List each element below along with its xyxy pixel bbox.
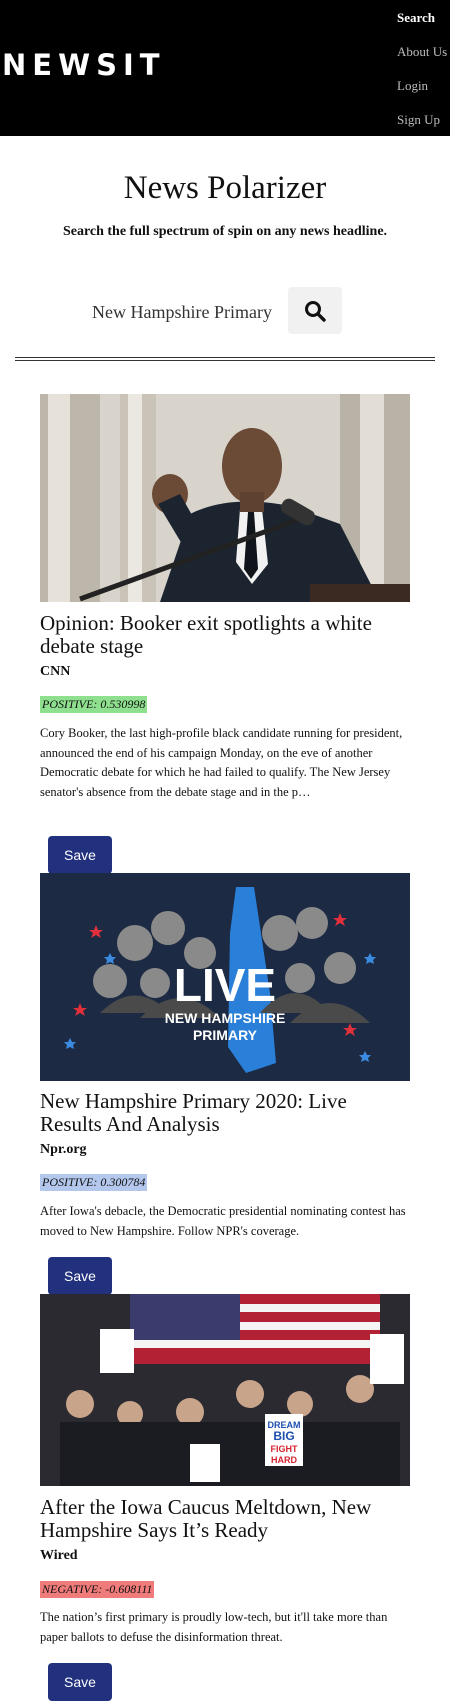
save-button[interactable]: Save bbox=[48, 1257, 112, 1295]
nav-search[interactable]: Search bbox=[397, 10, 435, 26]
rally-photo: DREAM BIG FIGHT HARD bbox=[40, 1294, 410, 1486]
live-graphic-line1: NEW HAMPSHIRE bbox=[165, 1010, 286, 1026]
save-button[interactable]: Save bbox=[48, 836, 112, 874]
article-title[interactable]: New Hampshire Primary 2020: Live Results… bbox=[40, 1090, 410, 1136]
sentiment-badge: POSITIVE: 0.300784 bbox=[40, 1174, 148, 1191]
article-source: Npr.org bbox=[40, 1142, 87, 1157]
page-title: News Polarizer bbox=[123, 170, 327, 206]
nav-login[interactable]: Login bbox=[397, 78, 428, 94]
site-logo[interactable]: NEWSIT bbox=[2, 48, 166, 82]
search-button[interactable] bbox=[288, 287, 342, 334]
sentiment-label: POSITIVE: bbox=[42, 697, 98, 711]
live-graphic-title: LIVE bbox=[174, 959, 276, 1011]
save-button[interactable]: Save bbox=[48, 1663, 112, 1701]
article-summary: Cory Booker, the last high-profile black… bbox=[40, 726, 403, 799]
nav-sign-up[interactable]: Sign Up bbox=[397, 112, 440, 128]
article-source: Wired bbox=[40, 1548, 78, 1563]
article-title[interactable]: After the Iowa Caucus Meltdown, New Hamp… bbox=[40, 1496, 410, 1542]
sentiment-score: 0.530998 bbox=[100, 697, 146, 711]
top-navbar: NEWSIT Search About Us Login Sign Up bbox=[0, 0, 450, 136]
sentiment-badge: POSITIVE: 0.530998 bbox=[40, 696, 148, 713]
section-divider bbox=[15, 357, 435, 361]
article-title[interactable]: Opinion: Booker exit spotlights a white … bbox=[40, 612, 410, 658]
sentiment-label: NEGATIVE: bbox=[42, 1582, 103, 1596]
sentiment-label: POSITIVE: bbox=[42, 1175, 98, 1189]
article-summary: After Iowa's debacle, the Democratic pre… bbox=[40, 1204, 406, 1238]
speaker-photo bbox=[40, 394, 410, 602]
page-subtitle: Search the full spectrum of spin on any … bbox=[62, 224, 388, 239]
article-image[interactable] bbox=[40, 394, 410, 602]
sign-line3: FIGHT bbox=[271, 1444, 298, 1454]
article-image[interactable]: DREAM BIG FIGHT HARD bbox=[40, 1294, 410, 1486]
search-icon bbox=[305, 300, 326, 322]
sentiment-badge: NEGATIVE: -0.608111 bbox=[40, 1581, 155, 1598]
sign-line4: HARD bbox=[271, 1455, 297, 1465]
sign-line2: BIG bbox=[273, 1429, 294, 1443]
article-image[interactable]: LIVE NEW HAMPSHIRE PRIMARY bbox=[40, 873, 410, 1081]
live-graphic-line2: PRIMARY bbox=[193, 1027, 258, 1043]
nav-about-us[interactable]: About Us bbox=[397, 44, 447, 60]
sentiment-score: -0.608111 bbox=[105, 1582, 153, 1596]
search-input[interactable] bbox=[84, 294, 274, 330]
live-primary-graphic: LIVE NEW HAMPSHIRE PRIMARY bbox=[40, 873, 410, 1081]
sentiment-score: 0.300784 bbox=[100, 1175, 146, 1189]
article-summary: The nation’s first primary is proudly lo… bbox=[40, 1610, 388, 1644]
article-source: CNN bbox=[40, 664, 71, 679]
